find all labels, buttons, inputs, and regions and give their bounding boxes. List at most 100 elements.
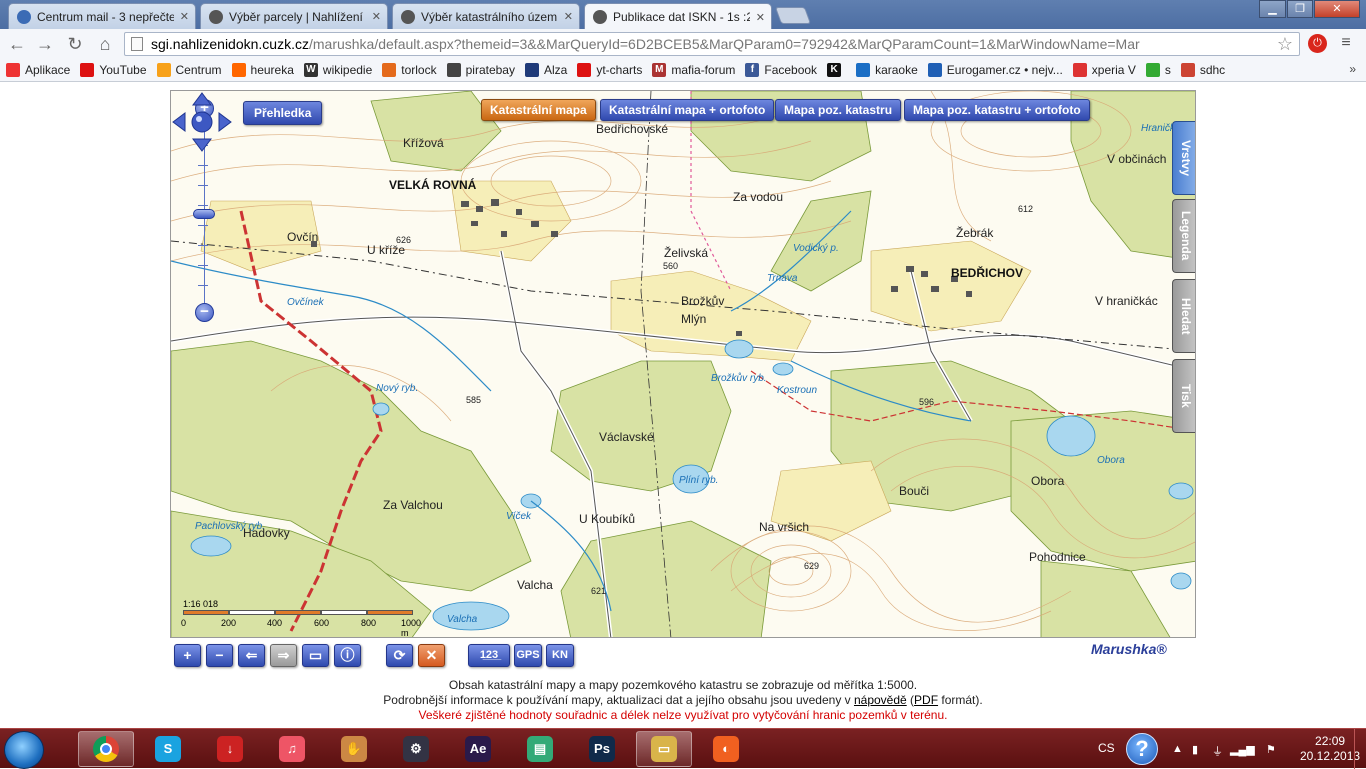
bookmark-item[interactable]: karaoke <box>856 63 918 77</box>
pan-center-icon <box>191 111 213 133</box>
layer-tab-land-map-ortho[interactable]: Mapa poz. katastru + ortofoto <box>904 99 1090 121</box>
show-desktop-button[interactable] <box>1354 729 1366 769</box>
tab-title: Centrum mail - 3 nepřečte <box>37 9 174 24</box>
browser-tab[interactable]: Publikace dat ISKN - 1s :26 ✕ <box>584 3 772 30</box>
bookmark-item[interactable]: xperia V <box>1072 63 1136 77</box>
bookmark-item[interactable]: Alza <box>524 63 567 77</box>
tray-arrow-icon[interactable]: ▲ <box>1172 743 1183 755</box>
map-place-label: Želivská <box>664 245 708 260</box>
zoom-tick[interactable] <box>198 165 208 166</box>
chrome-menu-icon[interactable]: ≡ <box>1336 33 1356 53</box>
overview-button[interactable]: Přehledka <box>243 101 323 125</box>
bookmark-item[interactable]: sdhc <box>1180 63 1225 77</box>
pdf-link[interactable]: PDF <box>914 693 938 707</box>
kn-icon[interactable]: KN <box>546 644 574 667</box>
bookmark-item[interactable]: torlock <box>382 63 437 77</box>
bookmark-item[interactable]: Mmafia-forum <box>652 63 735 77</box>
side-tab-layers[interactable]: Vrstvy <box>1172 121 1195 195</box>
back-icon[interactable]: ⇐ <box>238 644 265 667</box>
bookmark-item[interactable]: Centrum <box>156 63 222 77</box>
layer-tab-land-map[interactable]: Mapa poz. katastru <box>775 99 902 121</box>
zoom-tick[interactable] <box>198 245 208 246</box>
zoom-out-icon[interactable]: − <box>206 644 233 667</box>
gps-icon[interactable]: GPS <box>514 644 542 667</box>
taskbar-app-origin[interactable]: ◐ <box>698 731 754 767</box>
zoom-tick[interactable] <box>198 205 208 206</box>
zoom-in-icon[interactable]: + <box>174 644 201 667</box>
measure-icon[interactable]: 1̲2̲3̲ <box>468 644 510 667</box>
tray-network-icon[interactable]: ▂▄▆ <box>1230 743 1255 756</box>
clear-icon[interactable]: ✕ <box>418 644 445 667</box>
tab-close-icon[interactable]: ✕ <box>564 10 573 23</box>
map-canvas[interactable]: Křížová Bedřichovské VELKÁ ROVNÁ Za vodou V … <box>171 91 1196 638</box>
start-button[interactable] <box>4 731 44 769</box>
close-window-button[interactable]: ✕ <box>1314 0 1360 18</box>
taskbar-app-headphones[interactable]: ♫ <box>264 731 320 767</box>
clock[interactable]: 22:09 20.12.2013 <box>1300 734 1360 764</box>
bookmark-item[interactable]: Wwikipedie <box>303 63 372 77</box>
help-link[interactable]: nápovědě <box>854 693 907 707</box>
layer-tab-cadastral-ortho[interactable]: Katastrální mapa + ortofoto <box>600 99 775 121</box>
taskbar-app-books[interactable]: ▤ <box>512 731 568 767</box>
zoom-tick[interactable] <box>198 285 208 286</box>
language-indicator[interactable]: CS <box>1098 741 1115 755</box>
taskbar-app-photoshop[interactable]: Ps <box>574 731 630 767</box>
side-tab-legend[interactable]: Legenda <box>1172 199 1195 273</box>
layer-tab-cadastral[interactable]: Katastrální mapa <box>481 99 596 121</box>
taskbar-app-steam[interactable]: ⚙ <box>388 731 444 767</box>
forward-icon[interactable]: ⇒ <box>270 644 297 667</box>
info-icon[interactable]: ⓘ <box>334 644 361 667</box>
home-button[interactable]: ⌂ <box>94 33 116 55</box>
reload-button[interactable]: ↻ <box>64 33 86 55</box>
map-viewport[interactable]: Křížová Bedřichovské VELKÁ ROVNÁ Za vodou V … <box>170 90 1196 638</box>
tab-close-icon[interactable]: ✕ <box>180 10 189 23</box>
bookmark-star-icon[interactable]: ☆ <box>1277 34 1293 55</box>
bookmark-item[interactable]: Eurogamer.cz • nejv... <box>927 63 1063 77</box>
bookmark-item[interactable]: yt-charts <box>577 63 642 77</box>
map-place-label: Žebrák <box>956 225 994 240</box>
bookmark-item[interactable]: piratebay <box>446 63 515 77</box>
extension-icon[interactable]: ⏻ <box>1308 34 1327 53</box>
taskbar-app-explorer[interactable]: ▭ <box>636 731 692 767</box>
bookmark-item[interactable]: heureka <box>231 63 294 77</box>
side-tab-print[interactable]: Tisk <box>1172 359 1195 433</box>
bookmark-item[interactable]: Aplikace <box>6 63 70 77</box>
tray-usb-icon[interactable]: ⏚ <box>1212 743 1223 759</box>
map-place-label: 585 <box>466 395 481 405</box>
side-tab-search[interactable]: Hledat <box>1172 279 1195 353</box>
map-place-label: Křížová <box>403 136 444 150</box>
tray-device-icon[interactable]: ▮ <box>1192 743 1198 756</box>
browser-tab[interactable]: Centrum mail - 3 nepřečte ✕ <box>8 3 196 29</box>
taskbar-app-after-effects[interactable]: Ae <box>450 731 506 767</box>
bookmark-item[interactable]: YouTube <box>80 63 147 77</box>
map-zoom-out-icon[interactable]: − <box>195 303 214 322</box>
forward-button[interactable]: → <box>34 33 56 55</box>
help-icon[interactable]: ? <box>1126 733 1158 765</box>
tray-flag-icon[interactable]: ⚑ <box>1266 743 1276 756</box>
address-bar[interactable]: sgi.nahlizenidokn.cuzk.cz/marushka/defau… <box>124 32 1300 56</box>
taskbar-app-chrome[interactable] <box>78 731 134 767</box>
zoom-box-icon[interactable]: ▭ <box>302 644 329 667</box>
maximize-button[interactable]: ❐ <box>1287 0 1313 18</box>
minimize-button[interactable]: ▁ <box>1259 0 1286 18</box>
refresh-icon[interactable]: ⟳ <box>386 644 413 667</box>
tab-close-icon[interactable]: ✕ <box>372 10 381 23</box>
zoom-slider-handle[interactable] <box>193 209 215 219</box>
pan-control[interactable] <box>171 91 233 153</box>
bookmark-item[interactable]: f Facebook <box>745 63 817 77</box>
bookmarks-more[interactable]: » <box>1349 62 1356 76</box>
browser-tab[interactable]: Výběr parcely | Nahlížení d ✕ <box>200 3 388 29</box>
zoom-tick[interactable] <box>198 185 208 186</box>
tab-close-icon[interactable]: ✕ <box>756 11 765 24</box>
skype-icon: S <box>155 736 181 762</box>
browser-tab[interactable]: Výběr katastrálního územ ✕ <box>392 3 580 29</box>
new-tab-button[interactable] <box>774 7 812 24</box>
taskbar-app-downloader[interactable]: ↓ <box>202 731 258 767</box>
taskbar-app-glove[interactable]: ✋ <box>326 731 382 767</box>
taskbar-app-skype[interactable]: S <box>140 731 196 767</box>
zoom-tick[interactable] <box>198 265 208 266</box>
back-button[interactable]: ← <box>6 33 28 55</box>
bookmark-item[interactable]: K <box>827 63 846 77</box>
bookmark-item[interactable]: s <box>1145 63 1171 77</box>
zoom-tick[interactable] <box>198 225 208 226</box>
